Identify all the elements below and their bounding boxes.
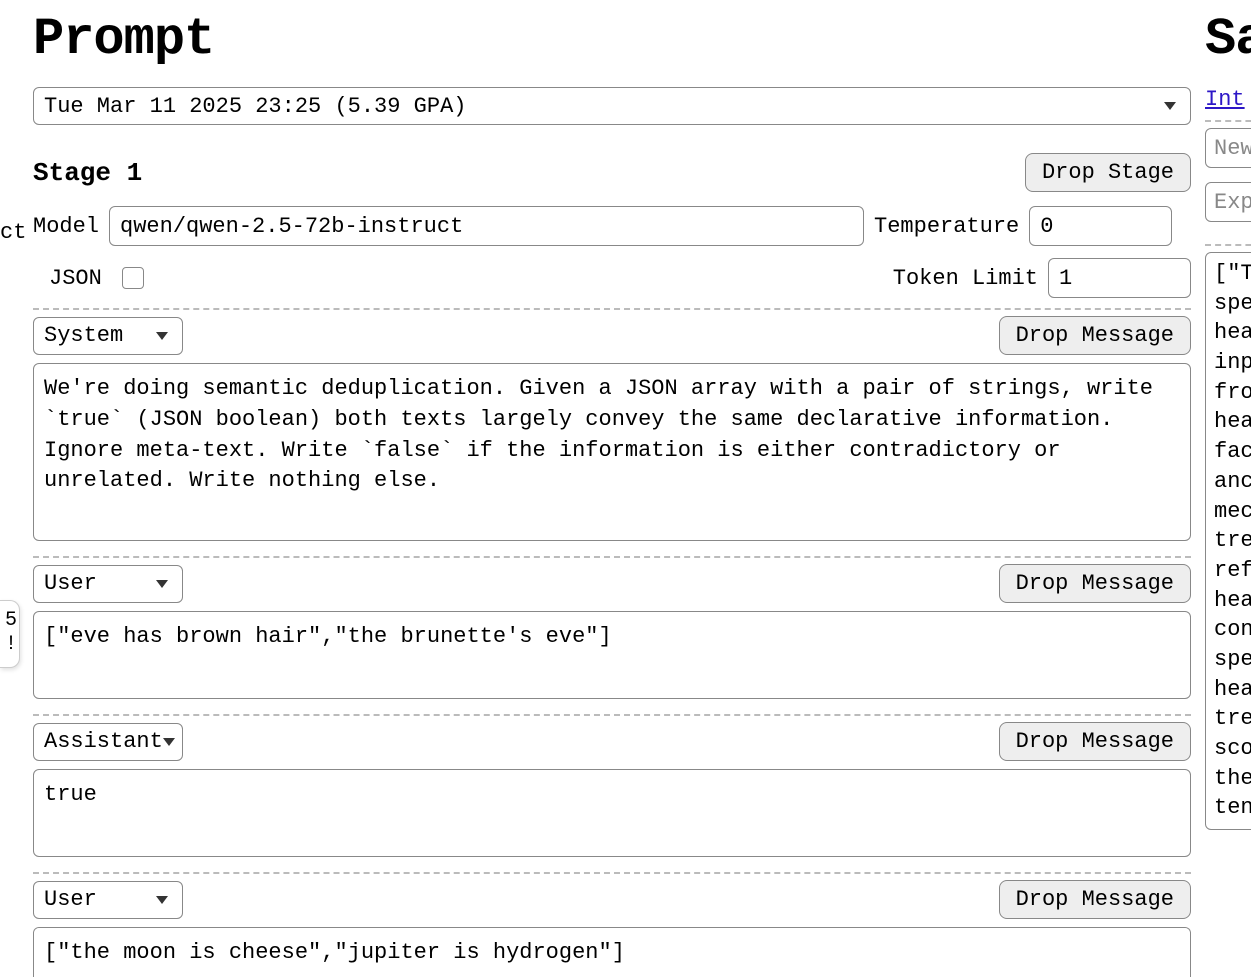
chevron-down-icon <box>156 332 168 340</box>
drop-message-button[interactable]: Drop Message <box>999 722 1191 761</box>
temperature-label: Temperature <box>874 214 1019 239</box>
left-panel: Prompt Tue Mar 11 2025 23:25 (5.39 GPA) … <box>0 0 1200 942</box>
chevron-down-icon <box>1164 102 1176 110</box>
chevron-down-icon <box>156 896 168 904</box>
message-content-system[interactable] <box>33 363 1191 541</box>
model-input[interactable] <box>109 206 864 246</box>
right-panel: Sa Int ["T spe hea inp fro hea fac anc m… <box>1205 0 1251 942</box>
prompt-heading: Prompt <box>33 10 1200 69</box>
new-input[interactable] <box>1205 128 1251 168</box>
temperature-input[interactable] <box>1029 206 1172 246</box>
message-content-user[interactable] <box>33 611 1191 699</box>
divider <box>1205 120 1251 122</box>
exp-input[interactable] <box>1205 182 1251 222</box>
stage-label: Stage 1 <box>33 158 142 188</box>
chevron-down-icon <box>156 580 168 588</box>
message-content-assistant[interactable] <box>33 769 1191 857</box>
role-select-value: User <box>44 571 97 596</box>
token-limit-label: Token Limit <box>893 266 1038 291</box>
divider <box>33 308 1191 310</box>
role-select-value: User <box>44 887 97 912</box>
divider <box>1205 244 1251 246</box>
drop-message-button[interactable]: Drop Message <box>999 880 1191 919</box>
message-content-user[interactable] <box>33 927 1191 977</box>
sample-text-block[interactable]: ["T spe hea inp fro hea fac anc mec tre … <box>1205 252 1251 830</box>
divider <box>33 872 1191 874</box>
json-checkbox[interactable] <box>122 267 144 289</box>
role-select-system[interactable]: System <box>33 317 183 355</box>
divider <box>33 556 1191 558</box>
samples-heading: Sa <box>1205 10 1251 69</box>
prompt-version-selected: Tue Mar 11 2025 23:25 (5.39 GPA) <box>44 94 466 119</box>
drop-message-button[interactable]: Drop Message <box>999 564 1191 603</box>
model-label: Model <box>33 214 99 239</box>
role-select-user[interactable]: User <box>33 565 183 603</box>
role-select-value: Assistant <box>44 729 163 754</box>
token-limit-input[interactable] <box>1048 258 1191 298</box>
prompt-version-dropdown[interactable]: Tue Mar 11 2025 23:25 (5.39 GPA) <box>33 87 1191 125</box>
drop-message-button[interactable]: Drop Message <box>999 316 1191 355</box>
role-select-assistant[interactable]: Assistant <box>33 723 183 761</box>
link-partial[interactable]: Int <box>1205 87 1245 112</box>
role-select-value: System <box>44 323 123 348</box>
chevron-down-icon <box>163 738 175 746</box>
role-select-user[interactable]: User <box>33 881 183 919</box>
drop-stage-button[interactable]: Drop Stage <box>1025 153 1191 192</box>
json-label: JSON <box>49 266 102 291</box>
divider <box>33 714 1191 716</box>
